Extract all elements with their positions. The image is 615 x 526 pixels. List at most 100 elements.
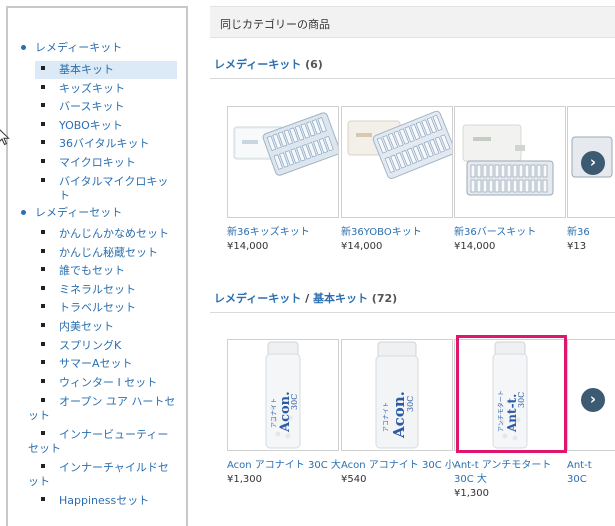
product-image[interactable]: アコナイト Acon. 30C <box>227 339 339 451</box>
sidebar-item-label[interactable]: サマーAセット <box>35 355 177 373</box>
sidebar-item-label[interactable]: キッズキット <box>35 80 177 98</box>
square-bullet-icon <box>41 178 45 182</box>
sidebar-item-label[interactable]: スプリングK <box>35 337 177 355</box>
section-title-link[interactable]: レメディーキット <box>214 58 301 71</box>
sidebar-item-set[interactable]: ウィンター I セット <box>35 374 177 392</box>
product-price: ¥14,000 <box>341 241 383 252</box>
square-bullet-icon <box>41 464 45 468</box>
section-count: (6) <box>305 58 323 71</box>
product-name[interactable]: 新36キッズキット <box>227 226 347 240</box>
square-bullet-icon <box>41 431 45 435</box>
product-name[interactable]: 新36 <box>567 226 615 240</box>
product-image[interactable] <box>454 106 566 218</box>
vial-kana: アコナイト <box>271 398 278 428</box>
sidebar-item-set[interactable]: 内美セット <box>35 318 177 336</box>
product-carousel-kits: 新36キッズキット ¥14,000 新36YOBOキット ¥14,000 新36… <box>210 106 615 256</box>
product-price: ¥14,000 <box>454 241 496 252</box>
sidebar-item-label[interactable]: ウィンター I セット <box>35 374 177 392</box>
sidebar-item-label[interactable]: Happinessセット <box>35 492 177 510</box>
section-title-link[interactable]: レメディーキット <box>214 292 301 305</box>
sidebar-item-label[interactable]: YOBOキット <box>35 117 177 135</box>
square-bullet-icon <box>41 398 45 402</box>
square-bullet-icon <box>41 323 45 327</box>
square-bullet-icon <box>41 85 45 89</box>
sidebar-item-set[interactable]: 誰でもセット <box>35 262 177 280</box>
product-price: ¥540 <box>341 474 367 485</box>
sidebar-item-label[interactable]: マイクロキット <box>35 154 177 172</box>
sidebar-item-yobo-kit[interactable]: YOBOキット <box>35 117 177 135</box>
sidebar-item-birth-kit[interactable]: バースキット <box>35 98 177 116</box>
vial-kana: アコナイト <box>383 402 390 432</box>
sidebar-category-label[interactable]: レメディーセット <box>35 204 122 220</box>
square-bullet-icon <box>41 379 45 383</box>
chevron-right-icon: › <box>589 153 597 171</box>
square-bullet-icon <box>41 159 45 163</box>
sidebar-item-label[interactable]: 内美セット <box>35 318 177 336</box>
section-divider <box>210 78 615 79</box>
sidebar-item-36-vital-kit[interactable]: 36バイタルキット <box>35 135 177 153</box>
sidebar-item-label[interactable]: 誰でもセット <box>35 262 177 280</box>
sidebar-item-basic-kit[interactable]: 基本キット <box>35 61 177 79</box>
section-subtitle-link[interactable]: 基本キット <box>313 292 368 305</box>
category-sidebar: レメディーキット 基本キット キッズキット バースキット YOBOキット 36バ… <box>6 6 188 526</box>
carousel-next-button[interactable]: › <box>581 151 605 175</box>
selection-highlight <box>456 335 567 453</box>
product-price: ¥1,300 <box>227 474 262 485</box>
carousel-next-button[interactable]: › <box>581 388 605 412</box>
sidebar-item-set[interactable]: オープン ユア ハートセット <box>28 393 178 425</box>
product-image[interactable]: アコナイト Acon. 30C <box>341 339 453 451</box>
vial-potency: 30C <box>406 396 415 412</box>
section-title-remedy-kit: レメディーキット (6) <box>214 56 323 72</box>
sidebar-item-set[interactable]: ミネラルセット <box>35 281 177 299</box>
breadcrumb-separator: / <box>305 292 310 305</box>
product-name[interactable]: Acon アコナイト 30C 大 <box>227 459 347 473</box>
chevron-right-icon: › <box>589 390 597 408</box>
square-bullet-icon <box>41 140 45 144</box>
kit-case-image <box>233 112 338 176</box>
sidebar-item-label[interactable]: トラベルセット <box>35 299 177 317</box>
sidebar-item-label[interactable]: 36バイタルキット <box>35 135 177 153</box>
sidebar-item-set[interactable]: かんじんかなめセット <box>35 225 177 243</box>
sidebar-item-label[interactable]: インナービューティーセット <box>28 426 178 458</box>
product-price: ¥13 <box>567 241 587 252</box>
panel-header: 同じカテゴリーの商品 <box>210 6 615 38</box>
square-bullet-icon <box>41 249 45 253</box>
sidebar-item-kids-kit[interactable]: キッズキット <box>35 80 177 98</box>
sidebar-item-label[interactable]: 基本キット <box>35 61 177 79</box>
sidebar-item-micro-kit[interactable]: マイクロキット <box>35 154 177 172</box>
square-bullet-icon <box>41 267 45 271</box>
product-name[interactable]: Acon アコナイト 30C 小 <box>341 459 461 473</box>
square-bullet-icon <box>41 230 45 234</box>
sidebar-item-label[interactable]: かんじん秘蔵セット <box>35 244 177 262</box>
bullet-icon <box>21 45 26 50</box>
sidebar-item-label[interactable]: ミネラルセット <box>35 281 177 299</box>
sidebar-item-set[interactable]: トラベルセット <box>35 299 177 317</box>
product-name[interactable]: Ant-t アンチモタート 30C 大 <box>454 459 562 487</box>
mouse-cursor-icon <box>0 129 10 146</box>
sidebar-item-label[interactable]: オープン ユア ハートセット <box>28 393 178 425</box>
panel-header-title: 同じカテゴリーの商品 <box>220 18 330 31</box>
product-image[interactable] <box>227 106 339 218</box>
sidebar-item-label[interactable]: インナーチャイルドセット <box>28 459 178 491</box>
sidebar-item-label[interactable]: バースキット <box>35 98 177 116</box>
sidebar-item-set[interactable]: インナーチャイルドセット <box>28 459 178 491</box>
sidebar-item-set[interactable]: かんじん秘蔵セット <box>35 244 177 262</box>
sidebar-item-label[interactable]: かんじんかなめセット <box>35 225 177 243</box>
section-divider <box>210 312 615 313</box>
section-count: (72) <box>371 292 398 305</box>
sidebar-item-set[interactable]: サマーAセット <box>35 355 177 373</box>
product-name[interactable]: 新36YOBOキット <box>341 226 461 240</box>
sidebar-category-label[interactable]: レメディーキット <box>35 39 122 55</box>
sidebar-item-label[interactable]: バイタルマイクロキット <box>35 173 177 205</box>
product-price: ¥1,300 <box>454 488 489 499</box>
sidebar-item-vital-micro-kit[interactable]: バイタルマイクロキット <box>35 173 177 205</box>
square-bullet-icon <box>41 342 45 346</box>
sidebar-item-set[interactable]: スプリングK <box>35 337 177 355</box>
product-image[interactable] <box>341 106 453 218</box>
product-name[interactable]: 新36バースキット <box>454 226 574 240</box>
product-name[interactable]: Ant-t 30C <box>567 459 611 487</box>
vial-potency: 30C <box>290 394 299 410</box>
remedy-vial-image: アコナイト Acon. 30C <box>375 341 419 449</box>
sidebar-item-set[interactable]: Happinessセット <box>35 492 177 510</box>
sidebar-item-set[interactable]: インナービューティーセット <box>28 426 178 458</box>
